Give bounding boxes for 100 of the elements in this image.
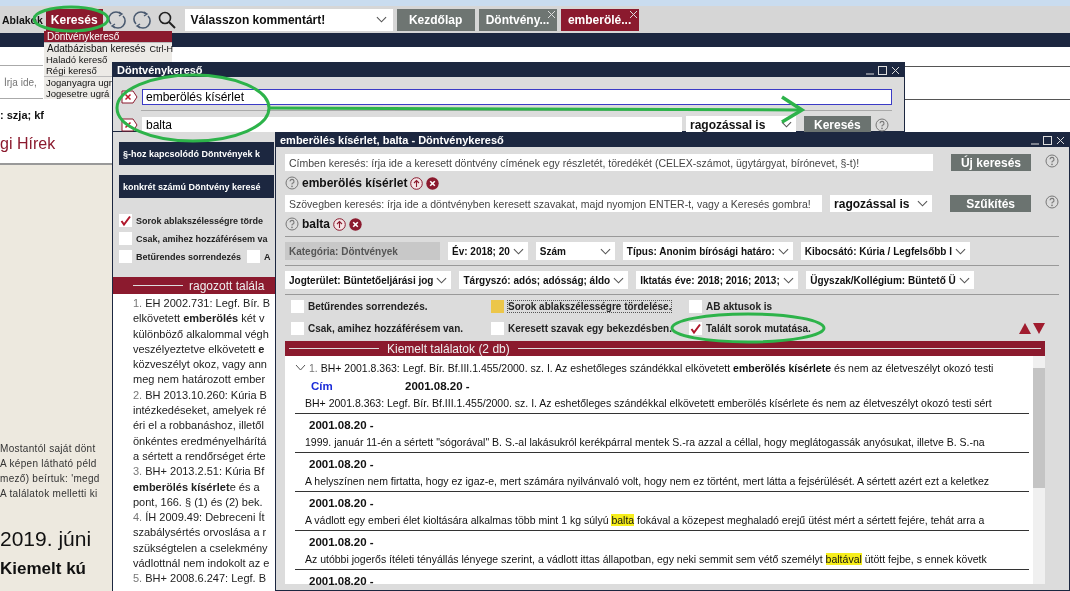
filter-dropdown[interactable]: Kibocsátó: Kúria / Legfelsőbb I <box>800 242 971 260</box>
help-icon[interactable] <box>874 117 889 132</box>
filter-dropdown[interactable]: Ügyszak/Kollégium: Büntető Ü <box>806 271 974 289</box>
chevron-down-icon[interactable] <box>295 363 306 372</box>
arrows-icon[interactable] <box>107 9 126 30</box>
maximize-icon[interactable] <box>1043 135 1052 145</box>
menu-item[interactable]: Jogesetre ugrá <box>44 88 111 99</box>
menu-item[interactable]: Döntvénykereső <box>44 31 172 42</box>
remove-icon[interactable] <box>349 217 362 231</box>
result-line: 5. BH+ 2008.6.247: Legf. B <box>133 571 267 587</box>
news-heading: gi Hírek <box>0 135 56 153</box>
remove-icon[interactable] <box>426 176 440 190</box>
result-line: közveszélyt okoz, vagy ann <box>133 357 267 373</box>
menu-item[interactable]: Joganyagra ugr <box>44 77 111 88</box>
checkbox[interactable] <box>291 300 304 313</box>
checkbox[interactable] <box>689 322 702 335</box>
chevron-down-icon <box>958 276 970 284</box>
option-label: Betűrendes sorrendezés <box>136 251 242 262</box>
results-header: Kiemelt találatok (2 db) <box>285 341 1045 356</box>
filter-dropdown[interactable]: Jogterület: Büntetőeljárási jog <box>285 271 452 289</box>
chevron-down-icon <box>917 200 929 207</box>
checkbox[interactable] <box>491 300 504 313</box>
tab[interactable]: emberölé... <box>560 8 639 31</box>
filter-dropdown[interactable]: Iktatás éve: 2018; 2016; 2013; <box>636 271 799 289</box>
chevron-down-icon <box>599 247 611 255</box>
maximize-icon[interactable] <box>878 65 887 75</box>
checkbox[interactable] <box>291 322 304 335</box>
search-field[interactable]: Írja ide, <box>0 65 43 99</box>
narrow-button[interactable]: Szűkítés <box>950 195 1031 212</box>
result-line: elkövetett emberölés két v <box>133 311 265 327</box>
search-term-field[interactable]: balta <box>142 116 682 133</box>
arrow-up-icon[interactable] <box>333 217 346 231</box>
paragraph-line: A találatok melletti ki <box>0 487 98 501</box>
snippet-text: 1999. január 11-én a sértett "sógorával" B. S.-al lakásukról kerékpárral mentek S.-ra azzal a céllal, hogy meglátogassák anyósukat, illetve B. S.-na <box>295 434 1029 453</box>
search-term: balta <box>302 217 330 231</box>
search-icon[interactable] <box>157 10 176 29</box>
option-label: Talált sorok mutatása. <box>706 323 811 334</box>
sort-down-icon[interactable] <box>1033 323 1045 334</box>
search-option-button[interactable]: konkrét számú Döntvény keresé <box>119 175 274 198</box>
window-title-bar: emberölés kísérlet, balta - Döntvénykereső <box>276 133 1069 147</box>
title-search-field[interactable]: Címben keresés: írja ide a keresett döntvény címének egy részletét, töredékét (CELEX-számot, ügytárgyat, bírónevet, §-t)! <box>285 154 933 171</box>
paragraph-line: A képen látható péld <box>0 457 97 471</box>
filter-dropdown[interactable]: Szám <box>535 242 615 260</box>
mode-dropdown[interactable]: ragozással is <box>830 195 933 212</box>
result-title[interactable]: 1. BH+ 2001.8.363: Legf. Bír. Bf.III.1.455/2000. sz. I. Az eshetőleges szándékkal elkövetett emberölés kísérlete és nem az életveszélyt okozó testi <box>309 361 994 374</box>
option-label: AB aktusok is <box>706 301 773 312</box>
arrows-icon[interactable] <box>132 9 151 30</box>
chevron-down-icon <box>613 276 625 284</box>
snippet-date: 2001.08.20 - <box>308 574 375 589</box>
result-line: 3. BH+ 2013.2.51: Kúria Bf <box>133 464 265 480</box>
checkbox[interactable] <box>119 232 132 245</box>
close-icon[interactable] <box>891 65 900 75</box>
checkbox[interactable] <box>247 250 261 263</box>
sort-up-icon[interactable] <box>1019 323 1031 334</box>
filter-dropdown[interactable]: Tárgyszó: adós; adósság; áldo <box>459 271 629 289</box>
filter-dropdown[interactable]: Év: 2018; 20 <box>448 242 528 260</box>
option-label: A <box>264 251 271 262</box>
snippet-date: 2001.08.20 - <box>308 496 375 511</box>
results-header: ragozott talála <box>113 277 275 294</box>
snippet-text: A helyszínen nem firtatta, hogy ez igaz-e, mert számára nyilvánvaló volt, hogy nem ez történt, mert látta a fejsérülését. A sértett azért ezt a keletkez <box>295 473 1029 492</box>
menu-item[interactable]: Adatbázisban keresés Ctrl-H <box>44 43 172 54</box>
option-label: Csak, amihez hozzáférésem van. <box>308 323 464 334</box>
checkbox[interactable] <box>119 250 132 263</box>
checkbox[interactable] <box>491 322 504 335</box>
snippet-date: 2001.08.20 - <box>308 535 375 550</box>
checkbox[interactable] <box>119 214 132 227</box>
checkbox[interactable] <box>689 300 702 313</box>
option-label: Sorok ablakszélességre törde <box>136 215 264 226</box>
snippet-text: Az utóbbi jogerős ítéleti tényállás lényege szerint, a vádlott ittas állapotban, egy neki semmit sem vétő személyt baltával ütött fejbe, s ennek követk <box>295 551 1029 570</box>
result-line: éri el a robbanáshoz, illetől <box>133 418 264 434</box>
close-icon[interactable] <box>1056 135 1065 145</box>
option-label: Csak, amihez hozzáférésem va <box>136 233 268 244</box>
search-term: emberölés kísérlet <box>302 176 408 190</box>
commentary-dropdown[interactable]: Válasszon kommentárt! <box>184 8 393 31</box>
result-line: 2. BH 2013.10.260: Kúria B <box>133 387 267 403</box>
filter-dropdown[interactable]: Típus: Anonim bírósági határo: <box>622 242 793 260</box>
tab[interactable]: Kezdőlap <box>396 8 475 31</box>
field-text: BH+ 2001.8.363: Legf. Bír. Bf.III.1.455/2000. sz. I. Az eshetőleges szándékkal elkövetett emberölés kísérlete és nem az életveszélyt okozó testi sért <box>295 395 1029 414</box>
search-term-field[interactable]: emberölés kísérlet <box>142 89 892 105</box>
close-icon[interactable] <box>629 10 637 18</box>
snippet-date: 2001.08.20 - <box>308 418 375 433</box>
tab[interactable]: Döntvény... <box>478 8 557 31</box>
chevron-down-icon <box>781 121 792 128</box>
subheading: Kiemelt kú <box>0 559 86 579</box>
arrow-up-icon[interactable] <box>410 176 424 190</box>
option-label: Keresett szavak egy bekezdésben. <box>508 323 672 334</box>
chevron-down-icon <box>375 16 387 23</box>
snippet-date: 2001.08.20 - <box>308 457 375 472</box>
scrollbar[interactable] <box>1033 356 1045 584</box>
chevron-down-icon <box>512 247 524 255</box>
result-line: a sértett a rendőrséget érte <box>133 448 266 464</box>
result-line: intézkedéseket, amelyek ré <box>133 403 267 419</box>
new-search-button[interactable]: Új keresés <box>950 154 1031 171</box>
paragraph-line: mező) beírtuk: 'megd <box>0 472 100 486</box>
window-title-bar: Döntvénykereső <box>113 63 904 77</box>
search-option-button[interactable]: §-hoz kapcsolódó Döntvények k <box>119 142 274 165</box>
chevron-down-icon <box>436 276 448 284</box>
text-search-field[interactable]: Szövegben keresés: írja ide a döntvényben keresett szavakat, majd nyomjon ENTER-t, vagy a Keresés gombra! <box>285 195 823 212</box>
paragraph-line: Mostantól saját dönt <box>0 442 96 456</box>
result-line: szabálysértés orvoslása a r <box>133 525 267 541</box>
